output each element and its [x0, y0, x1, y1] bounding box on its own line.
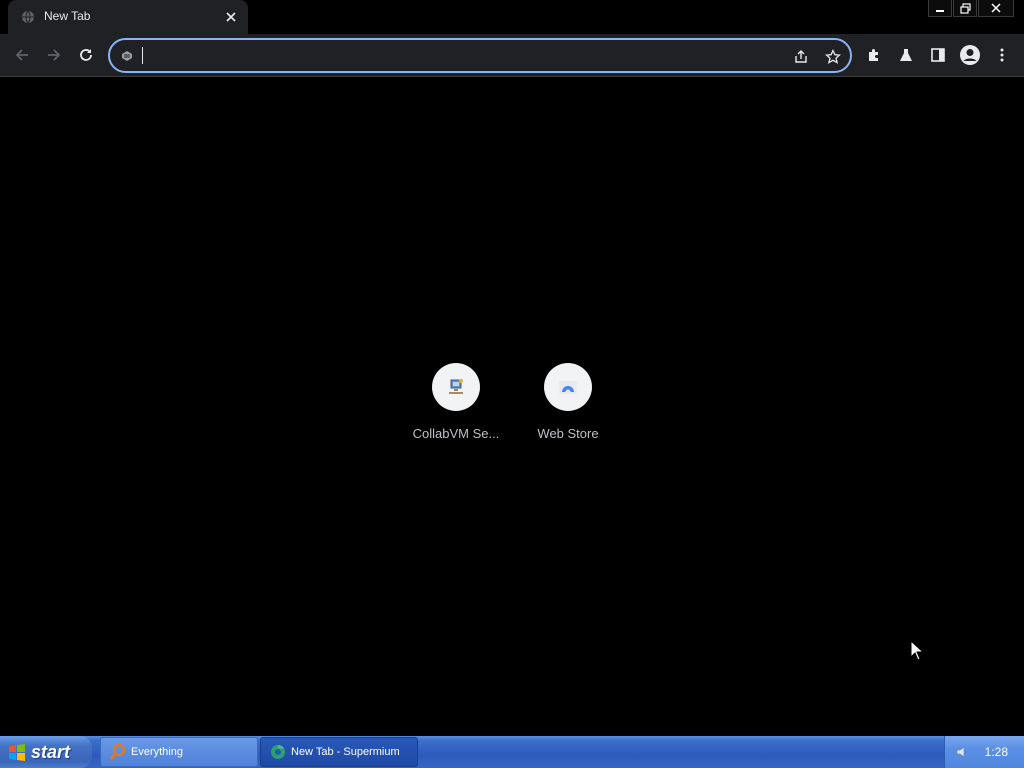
address-input[interactable]: [140, 45, 760, 67]
taskbar-item-supermium[interactable]: New Tab - Supermium: [260, 737, 418, 767]
minimize-button[interactable]: [928, 0, 952, 17]
search-engine-icon: [122, 51, 132, 61]
arrow-right-icon: [48, 49, 61, 61]
tab-close-icon[interactable]: [222, 8, 240, 26]
forward-button[interactable]: [39, 40, 69, 70]
avatar-icon: [960, 45, 980, 65]
bookmark-star-icon[interactable]: [822, 46, 844, 68]
profile-button[interactable]: [955, 40, 985, 70]
flask-icon: [900, 49, 912, 61]
new-tab-page: CollabVM Se... Web Store: [0, 78, 1024, 736]
text-caret: [142, 47, 143, 64]
clock: 1:28: [984, 745, 1008, 759]
taskbar-item-everything[interactable]: Everything: [100, 737, 258, 767]
extensions-button[interactable]: [859, 40, 889, 70]
more-vertical-icon: [1000, 48, 1004, 62]
tab-strip: New Tab: [0, 0, 1024, 34]
shortcut-collabvm[interactable]: CollabVM Se...: [401, 363, 511, 453]
close-icon: [991, 3, 1001, 13]
reload-icon: [80, 49, 92, 61]
puzzle-icon: [869, 49, 878, 61]
windows-logo-icon: [9, 744, 25, 761]
minimize-icon: [936, 10, 944, 12]
shortcut-label: Web Store: [537, 426, 599, 441]
shortcut-icon-circle: [432, 363, 480, 411]
back-button[interactable]: [7, 40, 37, 70]
restore-icon: [959, 2, 971, 14]
web-store-icon: [559, 381, 577, 395]
shortcut-web-store[interactable]: Web Store: [513, 363, 623, 453]
mouse-pointer-icon: [910, 640, 924, 661]
computer-network-icon: [449, 379, 463, 394]
desktop-screen: New Tab CollabVM Se... Web Store start E…: [0, 0, 1024, 768]
browser-toolbar: [0, 34, 1024, 77]
browser-icon: [271, 745, 285, 759]
tab-title: New Tab: [44, 9, 91, 23]
start-label: start: [31, 741, 71, 762]
menu-button[interactable]: [987, 40, 1017, 70]
globe-icon: [22, 10, 34, 24]
window-controls: [927, 0, 1014, 17]
reload-button[interactable]: [71, 40, 101, 70]
labs-button[interactable]: [891, 40, 921, 70]
share-icon[interactable]: [790, 46, 812, 68]
start-button[interactable]: start: [0, 736, 92, 768]
shortcut-label: CollabVM Se...: [412, 426, 500, 441]
side-panel-icon: [931, 48, 945, 62]
window-close-button[interactable]: [978, 0, 1014, 17]
address-bar[interactable]: [108, 38, 852, 73]
magnifier-icon: [109, 743, 126, 760]
tab-new-tab[interactable]: New Tab: [8, 0, 248, 34]
taskbar-item-label: Everything: [131, 746, 183, 758]
volume-icon[interactable]: [955, 744, 971, 760]
system-tray: 1:28: [944, 736, 1024, 768]
arrow-left-icon: [15, 49, 28, 61]
taskbar-item-label: New Tab - Supermium: [291, 746, 400, 758]
shortcut-icon-circle: [544, 363, 592, 411]
taskbar: start Everything New Tab - Supermium 1:2…: [0, 736, 1024, 768]
side-panel-button[interactable]: [923, 40, 953, 70]
restore-button[interactable]: [953, 0, 977, 17]
